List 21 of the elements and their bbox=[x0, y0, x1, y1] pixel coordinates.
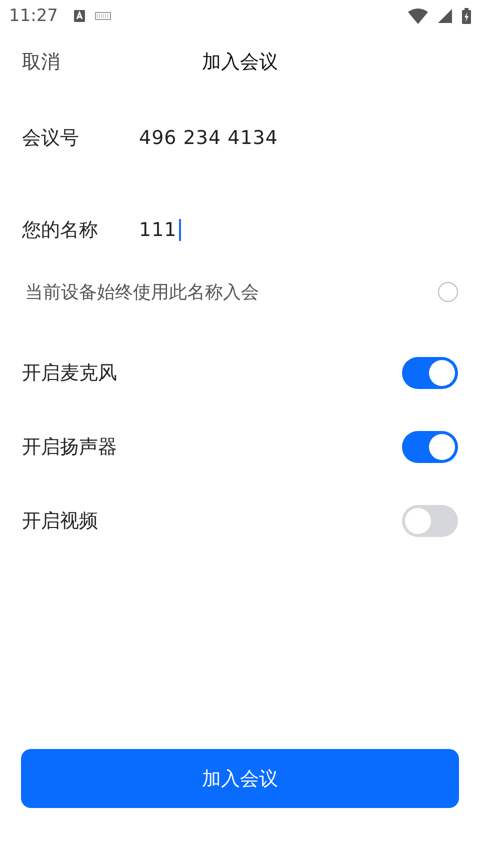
toggle-label: 开启视频 bbox=[22, 509, 98, 534]
toggle-label: 开启扬声器 bbox=[22, 435, 117, 460]
radio-checkbox[interactable] bbox=[438, 282, 458, 302]
page-title: 加入会议 bbox=[202, 50, 278, 75]
battery-icon bbox=[462, 8, 471, 24]
input-field[interactable]: 111 bbox=[139, 219, 181, 241]
toggle-switch[interactable] bbox=[402, 505, 458, 537]
field-label: 会议号 bbox=[22, 126, 80, 151]
keyboard-icon bbox=[95, 12, 111, 20]
wifi-icon bbox=[408, 8, 428, 24]
join-button[interactable]: 加入会议 bbox=[21, 749, 459, 808]
cancel-button[interactable]: 取消 bbox=[22, 49, 60, 75]
toggle-switch[interactable] bbox=[402, 357, 458, 389]
a-letter-icon bbox=[74, 10, 85, 22]
toggle-label: 开启麦克风 bbox=[22, 361, 117, 386]
field-label: 您的名称 bbox=[22, 218, 99, 243]
input-field[interactable]: 496 234 4134 bbox=[139, 127, 280, 149]
toggle-switch[interactable] bbox=[402, 431, 458, 463]
checkbox-label: 当前设备始终使用此名称入会 bbox=[25, 281, 259, 304]
signal-icon bbox=[438, 9, 452, 23]
clock-time: 11:27 bbox=[9, 6, 58, 26]
